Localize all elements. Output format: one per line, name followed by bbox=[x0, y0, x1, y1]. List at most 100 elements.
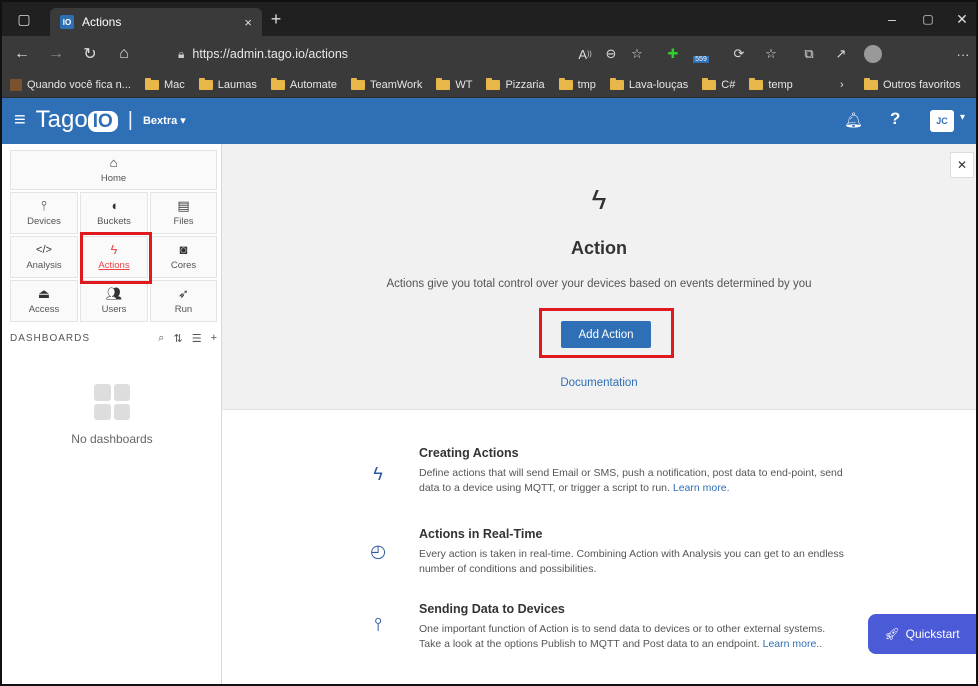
files-icon: ▤ bbox=[177, 198, 190, 213]
profile-avatar-icon[interactable] bbox=[864, 45, 882, 63]
add-dashboard-icon[interactable]: + bbox=[211, 332, 218, 345]
folder-icon bbox=[270, 77, 285, 90]
back-icon[interactable]: ← bbox=[8, 40, 36, 68]
feature-title: Creating Actions bbox=[419, 446, 519, 460]
highlight-box-actions bbox=[80, 232, 152, 284]
sidebar-item-analysis[interactable]: </> Analysis bbox=[10, 236, 78, 278]
dashboards-header: DASHBOARDS ⌕ ⇅ ☰ + bbox=[10, 332, 218, 345]
bookmark-folder[interactable]: TeamWork bbox=[350, 77, 422, 91]
close-icon[interactable]: ✕ bbox=[950, 152, 974, 178]
learn-more-link[interactable]: Learn more. bbox=[673, 482, 730, 494]
address-bar-row: ← → ↻ ⌂ 🔒︎ https://admin.tago.io/actions… bbox=[2, 36, 976, 72]
sidebar-item-buckets[interactable]: ◖ Buckets bbox=[80, 192, 148, 234]
bookmark-folder[interactable]: WT bbox=[436, 77, 472, 91]
bookmark-folder[interactable]: temp bbox=[749, 77, 793, 91]
rocket-icon: 🚀︎ bbox=[884, 627, 900, 641]
folder-icon bbox=[144, 77, 159, 90]
sidebar-item-users[interactable]: 👥︎ Users bbox=[80, 280, 148, 322]
folder-icon bbox=[558, 77, 573, 90]
bookmark-folder[interactable]: Lava-louças bbox=[609, 77, 688, 91]
forward-icon[interactable]: → bbox=[42, 40, 70, 68]
tab-close-icon[interactable]: × bbox=[244, 15, 252, 30]
feature-realtime: ◴ Actions in Real-Time Every action is t… bbox=[367, 527, 847, 587]
bookmark-folder[interactable]: C# bbox=[702, 77, 735, 91]
feature-title: Actions in Real-Time bbox=[419, 527, 543, 541]
favorite-star-icon[interactable]: ☆ bbox=[626, 43, 648, 65]
sidebar-item-cores[interactable]: ◙ Cores bbox=[150, 236, 217, 278]
users-icon: 👥︎ bbox=[105, 286, 123, 301]
header-divider: | bbox=[127, 108, 133, 131]
folder-icon bbox=[749, 77, 764, 90]
close-window-icon[interactable]: ✕ bbox=[948, 2, 976, 36]
minimize-icon[interactable]: – bbox=[878, 2, 906, 36]
favorites-icon[interactable]: ☆ bbox=[760, 43, 782, 65]
bookmark-folder[interactable]: Automate bbox=[270, 77, 337, 91]
sidebar-item-access[interactable]: ⏏ Access bbox=[10, 280, 78, 322]
browser-window: ▢ IO Actions × + – ▢ ✕ ← → ↻ ⌂ 🔒︎ https:… bbox=[0, 0, 978, 686]
menu-icon[interactable]: ≡ bbox=[14, 109, 26, 132]
sidebar-item-devices[interactable]: ⫯ Devices bbox=[10, 192, 78, 234]
list-icon[interactable]: ☰ bbox=[192, 332, 203, 345]
user-menu-chevron-icon[interactable]: ▾ bbox=[960, 112, 965, 123]
bookmark-folder[interactable]: Mac bbox=[144, 77, 185, 91]
folder-icon bbox=[609, 77, 624, 90]
user-avatar[interactable]: JC bbox=[930, 110, 954, 132]
folder-icon bbox=[864, 77, 878, 90]
bucket-icon: ◖ bbox=[110, 198, 118, 213]
extensions-puzzle-icon[interactable]: ⟳ bbox=[728, 43, 750, 65]
code-icon: </> bbox=[36, 244, 52, 256]
home-browser-icon[interactable]: ⌂ bbox=[110, 40, 138, 68]
bookmark-folder[interactable]: tmp bbox=[558, 77, 596, 91]
dashboards-empty: No dashboards bbox=[2, 384, 222, 446]
collections-icon[interactable]: ⧉ bbox=[798, 43, 820, 65]
title-bar: ▢ IO Actions × + – ▢ ✕ bbox=[2, 2, 976, 36]
account-selector[interactable]: Bextra ▾ bbox=[143, 114, 186, 127]
folder-icon bbox=[486, 77, 501, 90]
other-favorites-folder[interactable]: Outros favoritos bbox=[864, 77, 961, 91]
highlight-box-add-action bbox=[539, 308, 674, 358]
feature-sending-data: ⫯ Sending Data to Devices One important … bbox=[367, 602, 847, 684]
bookmark-folder[interactable]: Pizzaria bbox=[486, 77, 545, 91]
more-menu-icon[interactable]: ··· bbox=[952, 43, 974, 65]
browser-tab[interactable]: IO Actions × bbox=[50, 8, 262, 36]
app-header: ≡ Tago IO | Bextra ▾ 🔔︎ ? JC ▾ bbox=[2, 98, 976, 144]
quickstart-button[interactable]: 🚀︎ Quickstart bbox=[868, 614, 976, 654]
extension-plus-icon[interactable]: ✚ bbox=[662, 43, 684, 65]
dashboards-heading: DASHBOARDS bbox=[10, 333, 91, 344]
bolt-icon: ϟ bbox=[591, 184, 607, 215]
rocket-icon: ➶ bbox=[178, 286, 189, 301]
refresh-icon[interactable]: ↻ bbox=[76, 40, 104, 68]
dashboard-grid-icon bbox=[94, 384, 130, 420]
bookmarks-overflow-icon[interactable]: › bbox=[840, 79, 844, 91]
notifications-bell-icon[interactable]: 🔔︎ bbox=[844, 111, 863, 129]
zoom-icon[interactable]: ⊖ bbox=[600, 43, 622, 65]
read-aloud-icon[interactable]: A)) bbox=[574, 43, 596, 65]
folder-icon bbox=[702, 77, 717, 90]
url-field[interactable]: 🔒︎ https://admin.tago.io/actions bbox=[172, 41, 702, 67]
feature-text: Every action is taken in real-time. Comb… bbox=[419, 548, 844, 575]
new-tab-button[interactable]: + bbox=[266, 2, 286, 36]
sidebar-item-run[interactable]: ➶ Run bbox=[150, 280, 217, 322]
page-title: Action bbox=[571, 238, 627, 258]
extension-badge-icon[interactable]: 559 bbox=[690, 43, 712, 65]
quickstart-label: Quickstart bbox=[905, 627, 960, 641]
feature-text: Define actions that will send Email or S… bbox=[419, 467, 843, 494]
folder-icon bbox=[198, 77, 213, 90]
tago-logo[interactable]: Tago IO bbox=[36, 106, 118, 134]
sort-icon[interactable]: ⇅ bbox=[173, 332, 183, 345]
help-icon[interactable]: ? bbox=[890, 109, 900, 129]
search-icon[interactable]: ⌕ bbox=[158, 332, 165, 345]
feature-creating-actions: ϟ Creating Actions Define actions that w… bbox=[367, 446, 847, 506]
bookmark-folder[interactable]: Laumas bbox=[198, 77, 257, 91]
sidebar-item-files[interactable]: ▤ Files bbox=[150, 192, 217, 234]
bookmark-item[interactable]: Quando você fica n... bbox=[10, 78, 131, 91]
share-icon[interactable]: ↗ bbox=[830, 43, 852, 65]
folder-icon bbox=[350, 77, 365, 90]
sidebar-item-home[interactable]: ⌂ Home bbox=[10, 150, 217, 190]
learn-more-link[interactable]: Learn more. bbox=[763, 638, 820, 650]
bookmark-favicon-icon bbox=[10, 78, 22, 91]
tab-actions-icon[interactable]: ▢ bbox=[12, 2, 36, 36]
maximize-icon[interactable]: ▢ bbox=[914, 2, 942, 36]
feature-text: One important function of Action is to s… bbox=[419, 623, 826, 650]
lock-icon: ⏏ bbox=[37, 286, 51, 301]
